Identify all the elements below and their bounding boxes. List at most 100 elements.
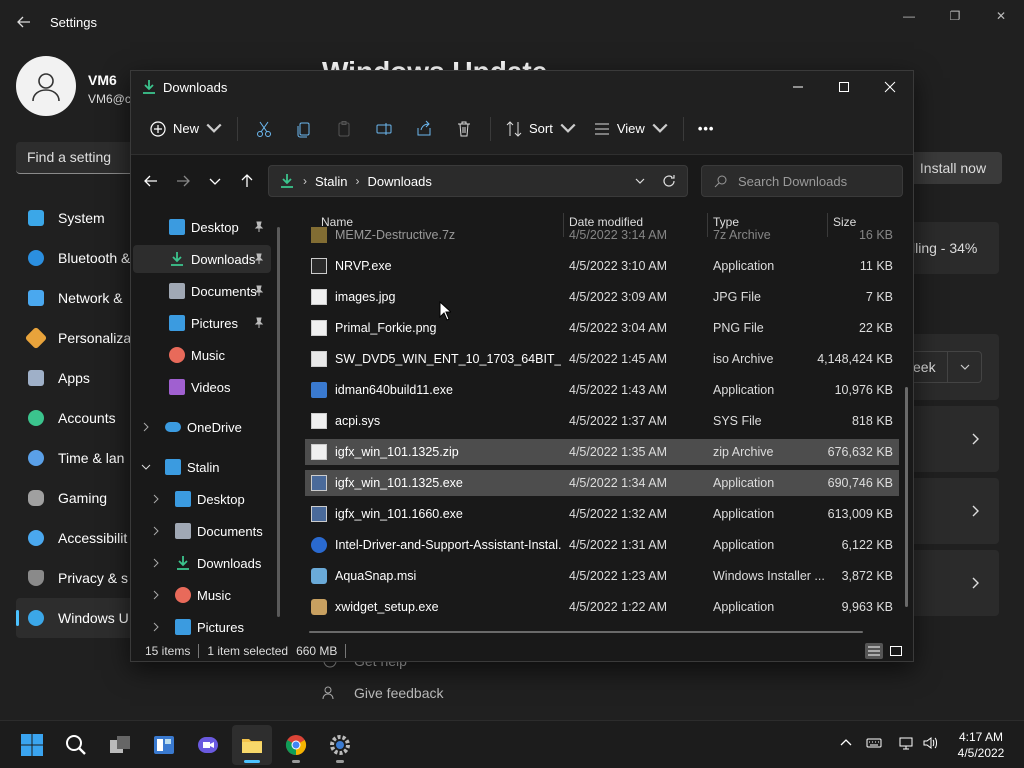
- nav-time[interactable]: Time & lan: [16, 438, 136, 478]
- tiles-view-button[interactable]: [887, 643, 905, 659]
- file-row[interactable]: acpi.sys 4/5/2022 1:37 AM SYS File 818 K…: [305, 408, 899, 434]
- nav-network[interactable]: Network &: [16, 278, 136, 318]
- file-row-selected[interactable]: igfx_win_101.1325.zip 4/5/2022 1:35 AM z…: [305, 439, 899, 465]
- nav-stalin-pictures[interactable]: Pictures: [133, 613, 271, 637]
- nav-accounts[interactable]: Accounts: [16, 398, 136, 438]
- minimize-button[interactable]: [775, 71, 821, 103]
- volume-button[interactable]: [920, 733, 940, 753]
- file-row[interactable]: AquaSnap.msi 4/5/2022 1:23 AM Windows In…: [305, 563, 899, 589]
- file-explorer-taskbar-button[interactable]: [232, 725, 272, 765]
- nav-privacy[interactable]: Privacy & s: [16, 558, 136, 598]
- nav-onedrive[interactable]: OneDrive: [133, 413, 271, 441]
- nav-system[interactable]: System: [16, 198, 136, 238]
- delete-button[interactable]: [444, 113, 484, 145]
- file-list-horizontal-scrollbar[interactable]: [309, 631, 863, 633]
- file-row[interactable]: images.jpg 4/5/2022 3:09 AM JPG File 7 K…: [305, 284, 899, 310]
- nav-stalin[interactable]: Stalin: [133, 453, 271, 481]
- sort-button[interactable]: Sort: [497, 113, 585, 145]
- more-options-button[interactable]: •••: [690, 113, 723, 145]
- nav-pane-scrollbar[interactable]: [277, 227, 280, 617]
- find-setting-input[interactable]: Find a setting: [16, 142, 136, 174]
- rename-button[interactable]: [364, 113, 404, 145]
- file-row[interactable]: idman640build11.exe 4/5/2022 1:43 AM App…: [305, 377, 899, 403]
- cut-button[interactable]: [244, 113, 284, 145]
- chevron-right-icon[interactable]: [151, 622, 161, 632]
- file-row[interactable]: Primal_Forkie.png 4/5/2022 3:04 AM PNG F…: [305, 315, 899, 341]
- keyboard-button[interactable]: [864, 733, 884, 753]
- chat-button[interactable]: [188, 725, 228, 765]
- share-button[interactable]: [404, 113, 444, 145]
- nav-desktop-pinned[interactable]: Desktop: [133, 213, 271, 241]
- chevron-right-icon[interactable]: [151, 558, 161, 568]
- file-row[interactable]: NRVP.exe 4/5/2022 3:10 AM Application 11…: [305, 253, 899, 279]
- advanced-options-card[interactable]: [904, 478, 999, 544]
- nav-gaming[interactable]: Gaming: [16, 478, 136, 518]
- view-button[interactable]: View: [585, 113, 677, 145]
- nav-bluetooth[interactable]: Bluetooth &: [16, 238, 136, 278]
- file-row[interactable]: Intel-Driver-and-Support-Assistant-Insta…: [305, 532, 899, 558]
- show-hidden-icons-button[interactable]: [836, 733, 856, 753]
- nav-stalin-desktop[interactable]: Desktop: [133, 485, 271, 513]
- breadcrumb-stalin[interactable]: Stalin: [315, 174, 348, 189]
- chevron-right-icon[interactable]: [151, 526, 161, 536]
- network-button[interactable]: [896, 733, 916, 753]
- nav-personalization[interactable]: Personaliza: [16, 318, 136, 358]
- nav-videos[interactable]: Videos: [133, 373, 271, 401]
- file-row-selected[interactable]: igfx_win_101.1325.exe 4/5/2022 1:34 AM A…: [305, 470, 899, 496]
- file-row[interactable]: xwidget_setup.exe 4/5/2022 1:22 AM Appli…: [305, 594, 899, 620]
- avatar[interactable]: [16, 56, 76, 116]
- details-view-icon: [868, 646, 880, 656]
- copy-button[interactable]: [284, 113, 324, 145]
- nav-pictures-pinned[interactable]: Pictures: [133, 309, 271, 337]
- start-button[interactable]: [12, 725, 52, 765]
- clock[interactable]: 4:17 AM 4/5/2022: [950, 729, 1012, 761]
- chevron-right-icon[interactable]: [151, 590, 161, 600]
- nav-accessibility[interactable]: Accessibilit: [16, 518, 136, 558]
- clock-icon: [28, 450, 44, 466]
- insider-program-card[interactable]: [904, 550, 999, 616]
- back-button[interactable]: [135, 165, 167, 197]
- chrome-taskbar-button[interactable]: [276, 725, 316, 765]
- chevron-right-icon[interactable]: [141, 422, 151, 432]
- forward-button[interactable]: [167, 165, 199, 197]
- search-box[interactable]: Search Downloads: [701, 165, 903, 197]
- update-history-card[interactable]: [904, 406, 999, 472]
- close-button[interactable]: [867, 71, 913, 103]
- pause-duration-select[interactable]: eek: [904, 351, 982, 383]
- breadcrumb-downloads[interactable]: Downloads: [368, 174, 432, 189]
- file-row[interactable]: igfx_win_101.1660.exe 4/5/2022 1:32 AM A…: [305, 501, 899, 527]
- nav-downloads-pinned[interactable]: Downloads: [133, 245, 271, 273]
- restore-icon[interactable]: ❐: [932, 0, 978, 32]
- nav-apps[interactable]: Apps: [16, 358, 136, 398]
- widgets-button[interactable]: [144, 725, 184, 765]
- paste-button[interactable]: [324, 113, 364, 145]
- address-bar[interactable]: › Stalin › Downloads: [268, 165, 688, 197]
- give-feedback-link[interactable]: Give feedback: [322, 685, 444, 701]
- nav-music[interactable]: Music: [133, 341, 271, 369]
- close-icon[interactable]: ✕: [978, 0, 1024, 32]
- new-button[interactable]: New: [141, 113, 231, 145]
- nav-stalin-documents[interactable]: Documents: [133, 517, 271, 545]
- file-list-vertical-scrollbar[interactable]: [905, 387, 908, 607]
- minimize-icon[interactable]: —: [886, 0, 932, 32]
- details-view-button[interactable]: [865, 643, 883, 659]
- settings-taskbar-button[interactable]: [320, 725, 360, 765]
- file-row[interactable]: MEMZ-Destructive.7z 4/5/2022 3:14 AM 7z …: [305, 222, 899, 248]
- maximize-button[interactable]: [821, 71, 867, 103]
- chevron-down-icon[interactable]: [141, 462, 151, 472]
- nav-stalin-music[interactable]: Music: [133, 581, 271, 609]
- back-arrow-icon[interactable]: [16, 14, 32, 30]
- chevron-down-icon[interactable]: [633, 174, 647, 188]
- up-button[interactable]: [231, 165, 263, 197]
- nav-windows-update[interactable]: Windows U: [16, 598, 136, 638]
- explorer-titlebar[interactable]: Downloads: [131, 71, 913, 103]
- nav-documents-pinned[interactable]: Documents: [133, 277, 271, 305]
- recent-locations-button[interactable]: [199, 165, 231, 197]
- file-row[interactable]: SW_DVD5_WIN_ENT_10_1703_64BIT_Engli... 4…: [305, 346, 899, 372]
- task-view-button[interactable]: [100, 725, 140, 765]
- nav-stalin-downloads[interactable]: Downloads: [133, 549, 271, 577]
- install-now-button[interactable]: Install now: [904, 152, 1002, 184]
- chevron-right-icon[interactable]: [151, 494, 161, 504]
- refresh-icon[interactable]: [661, 173, 677, 189]
- search-button[interactable]: [56, 725, 96, 765]
